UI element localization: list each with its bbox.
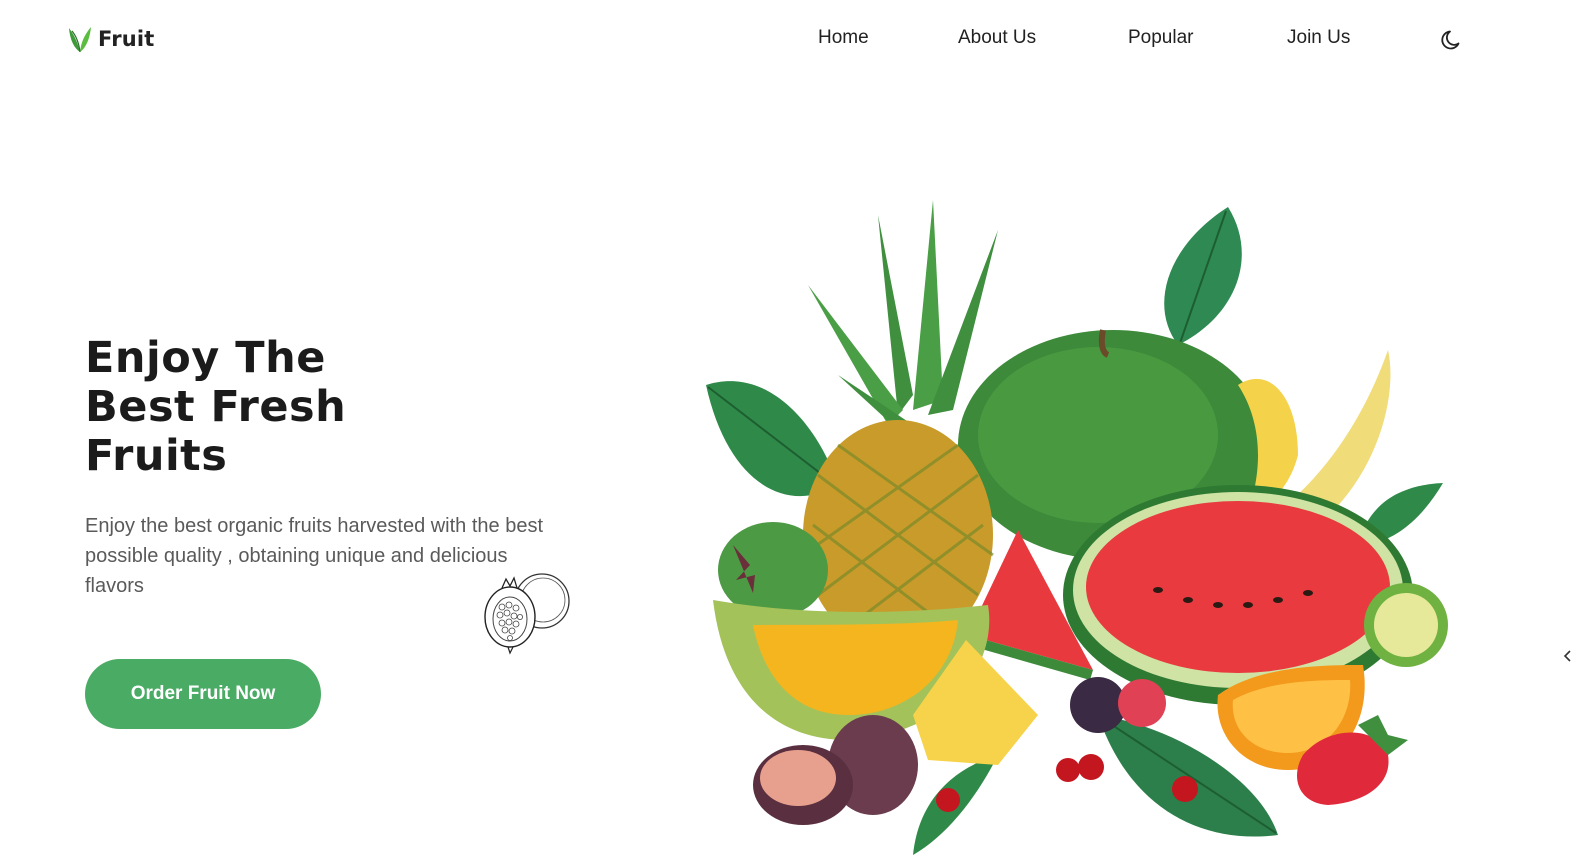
nav-join-us[interactable]: Join Us	[1287, 24, 1350, 52]
fruit-arrangement-illustration	[706, 200, 1448, 855]
nav-about-us[interactable]: About Us	[958, 24, 1036, 52]
hero-title-line-2: Best Fresh	[85, 382, 347, 432]
raspberry-icon	[1118, 679, 1166, 727]
hero-title: Enjoy The Best Fresh Fruits	[85, 334, 465, 481]
nav-popular[interactable]: Popular	[1128, 24, 1194, 52]
site-header: Fruit Home About Us Popular Join Us	[0, 0, 1572, 78]
pomegranate-sketch-icon	[484, 573, 570, 655]
landing-page: Fruit Home About Us Popular Join Us Enjo…	[0, 0, 1572, 861]
hero-title-line-3: Fruits	[85, 431, 228, 481]
order-fruit-button[interactable]: Order Fruit Now	[85, 659, 321, 729]
nav-home[interactable]: Home	[818, 24, 869, 52]
main-nav: Home About Us Popular Join Us	[0, 24, 1572, 54]
moon-icon	[1441, 30, 1460, 50]
blackberry-icon	[1070, 677, 1126, 733]
cherry-icon	[1056, 758, 1080, 782]
carousel-edge-arrow-icon[interactable]	[1562, 648, 1572, 664]
theme-toggle-button[interactable]	[1438, 26, 1466, 54]
hero-title-line-1: Enjoy The	[85, 333, 326, 383]
